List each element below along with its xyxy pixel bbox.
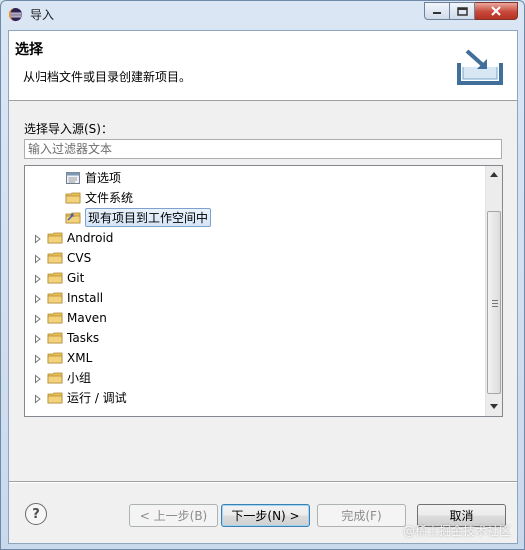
folder-icon [47, 331, 63, 345]
preferences-icon [65, 171, 81, 185]
tree-item-label: 运行 / 调试 [67, 391, 127, 405]
close-button[interactable] [475, 2, 518, 20]
expand-chevron-icon[interactable] [33, 373, 43, 384]
expand-chevron-icon[interactable] [33, 253, 43, 264]
import-project-icon [65, 211, 81, 225]
maximize-icon [456, 6, 468, 16]
dialog-client-area: 选择 从归档文件或目录创建新项目。 选择导入源(S)： 首选项文件系统现有项目到… [8, 30, 518, 544]
folder-icon [47, 391, 63, 405]
finish-button[interactable]: 完成(F) [317, 504, 406, 527]
help-button[interactable]: ? [25, 503, 47, 525]
tree-item[interactable]: 运行 / 调试 [33, 388, 127, 407]
next-button[interactable]: 下一步(N) > [221, 504, 310, 527]
tree-item[interactable]: 小组 [33, 368, 91, 387]
vertical-scrollbar[interactable] [485, 166, 502, 416]
tree-item-label: Git [67, 270, 85, 285]
tree-item[interactable]: Android [33, 228, 113, 247]
folder-icon [65, 191, 81, 205]
page-description: 从归档文件或目录创建新项目。 [23, 70, 192, 84]
folder-icon [47, 291, 63, 305]
scroll-down-button[interactable] [486, 398, 502, 415]
folder-icon [47, 251, 63, 265]
expand-chevron-icon[interactable] [33, 293, 43, 304]
watermark: @稀土掘金技术社区 [402, 524, 511, 538]
tree-item-label: Maven [67, 310, 107, 325]
title-bar[interactable]: 导入 [1, 1, 524, 27]
close-icon [491, 6, 501, 16]
tree-item[interactable]: Maven [33, 308, 107, 327]
expand-chevron-icon[interactable] [33, 353, 43, 364]
eclipse-icon [8, 7, 23, 22]
import-wizard-icon [457, 49, 503, 85]
tree-item[interactable]: 现有项目到工作空间中 [65, 208, 212, 227]
tree-item[interactable]: XML [33, 348, 92, 367]
tree-item-label: 文件系统 [85, 191, 134, 205]
tree-item-label: CVS [67, 250, 92, 265]
tree-item[interactable]: Git [33, 268, 84, 287]
minimize-button[interactable] [424, 2, 450, 20]
maximize-button[interactable] [450, 2, 475, 20]
page-title: 选择 [15, 42, 43, 58]
tree-item[interactable]: 文件系统 [65, 188, 133, 207]
chevron-up-icon [490, 172, 498, 177]
tree-item-label: Tasks [67, 330, 100, 345]
window-title: 导入 [30, 8, 55, 22]
tree-item[interactable]: CVS [33, 248, 91, 267]
minimize-icon [433, 12, 441, 14]
folder-icon [47, 351, 63, 365]
expand-chevron-icon[interactable] [33, 233, 43, 244]
tree-item-label: XML [67, 350, 93, 365]
wizard-banner: 选择 从归档文件或目录创建新项目。 [9, 31, 517, 101]
grip-icon [492, 300, 498, 307]
tree-item-label: 小组 [67, 371, 92, 385]
folder-icon [47, 371, 63, 385]
window-controls [424, 2, 518, 21]
filter-input[interactable] [24, 139, 502, 159]
tree-item-label: 现有项目到工作空间中 [85, 208, 212, 227]
expand-chevron-icon[interactable] [33, 273, 43, 284]
import-source-tree[interactable]: 首选项文件系统现有项目到工作空间中 Android CVS Git Install Mav… [24, 165, 503, 417]
button-bar-separator [9, 481, 517, 483]
scrollbar-thumb[interactable] [487, 211, 501, 394]
folder-icon [47, 271, 63, 285]
scroll-up-button[interactable] [486, 166, 502, 183]
import-source-label: 选择导入源(S)： [24, 122, 113, 136]
folder-icon [47, 311, 63, 325]
expand-chevron-icon[interactable] [33, 333, 43, 344]
tree-item-label: Install [67, 290, 104, 305]
tree-item-label: Android [67, 230, 114, 245]
tree-item-label: 首选项 [85, 171, 122, 185]
folder-icon [47, 231, 63, 245]
expand-chevron-icon[interactable] [33, 313, 43, 324]
back-button[interactable]: < 上一步(B) [129, 504, 218, 527]
tree-item[interactable]: 首选项 [65, 168, 121, 187]
tree-item[interactable]: Install [33, 288, 103, 307]
chevron-down-icon [490, 404, 498, 409]
expand-chevron-icon[interactable] [33, 393, 43, 404]
tree-item[interactable]: Tasks [33, 328, 99, 347]
import-dialog: 导入 选择 从归档文件或目录创建新项目。 选择导入源(S)： 输入过滤器文本 首… [0, 0, 525, 550]
